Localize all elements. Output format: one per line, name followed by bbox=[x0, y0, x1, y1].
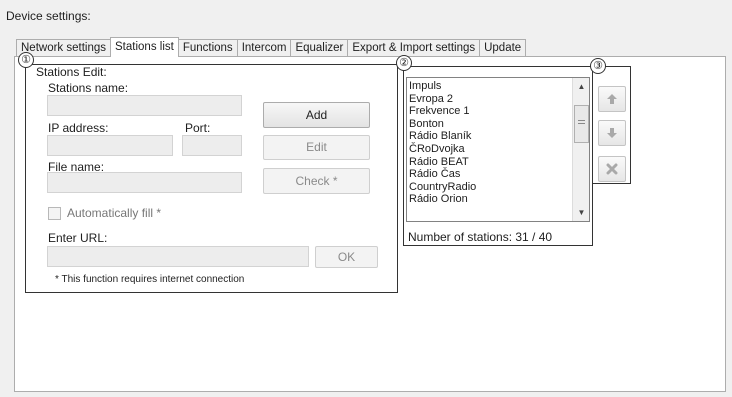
ip-address-label: IP address: bbox=[48, 121, 109, 135]
list-item[interactable]: Bonton bbox=[407, 118, 573, 131]
tab-bar: Network settings Stations list Functions… bbox=[16, 37, 527, 57]
delete-button[interactable] bbox=[598, 156, 626, 182]
scrollbar-thumb[interactable] bbox=[574, 105, 589, 143]
list-item[interactable]: Evropa 2 bbox=[407, 93, 573, 106]
station-name-input[interactable] bbox=[47, 95, 242, 116]
page-title: Device settings: bbox=[6, 9, 91, 23]
tab-intercom[interactable]: Intercom bbox=[236, 39, 292, 57]
tab-equalizer[interactable]: Equalizer bbox=[290, 39, 349, 57]
list-item[interactable]: ČRoDvojka bbox=[407, 143, 573, 156]
port-input[interactable] bbox=[182, 135, 242, 156]
marker-3: ③ bbox=[590, 58, 606, 74]
marker-2: ② bbox=[396, 55, 412, 71]
delete-x-icon bbox=[606, 163, 618, 175]
list-item[interactable]: Rádio Orion bbox=[407, 193, 573, 206]
arrow-up-icon bbox=[607, 94, 617, 104]
ok-button[interactable]: OK bbox=[315, 246, 378, 268]
tab-stations-list[interactable]: Stations list bbox=[110, 37, 179, 57]
enter-url-label: Enter URL: bbox=[48, 231, 108, 245]
automatically-fill-checkbox[interactable] bbox=[48, 207, 61, 220]
list-item[interactable]: Rádio Blaník bbox=[407, 130, 573, 143]
automatically-fill-label: Automatically fill * bbox=[67, 206, 162, 220]
list-item[interactable]: Rádio Čas bbox=[407, 168, 573, 181]
list-item[interactable]: Rádio BEAT bbox=[407, 156, 573, 169]
station-name-label: Stations name: bbox=[48, 81, 129, 95]
scroll-up-arrow-icon[interactable]: ▲ bbox=[573, 78, 589, 95]
add-button[interactable]: Add bbox=[263, 102, 370, 128]
file-name-input[interactable] bbox=[47, 172, 242, 193]
list-item[interactable]: Impuls bbox=[407, 80, 573, 93]
port-label: Port: bbox=[185, 121, 211, 135]
move-down-button[interactable] bbox=[598, 120, 626, 146]
list-item[interactable]: Frekvence 1 bbox=[407, 105, 573, 118]
edit-button[interactable]: Edit bbox=[263, 135, 370, 160]
tab-export-import-settings[interactable]: Export & Import settings bbox=[347, 39, 481, 57]
tab-functions[interactable]: Functions bbox=[177, 39, 238, 57]
check-button[interactable]: Check * bbox=[263, 168, 370, 194]
arrow-down-icon bbox=[607, 128, 617, 138]
move-up-button[interactable] bbox=[598, 86, 626, 112]
list-scrollbar[interactable]: ▲ ▼ bbox=[572, 78, 589, 221]
url-input[interactable] bbox=[47, 246, 309, 267]
scroll-down-arrow-icon[interactable]: ▼ bbox=[573, 204, 589, 221]
tab-update[interactable]: Update bbox=[479, 39, 527, 57]
stations-listbox[interactable]: Impuls Evropa 2 Frekvence 1 Bonton Rádio… bbox=[406, 77, 590, 222]
marker-1: ① bbox=[18, 52, 34, 68]
list-item[interactable]: CountryRadio bbox=[407, 181, 573, 194]
internet-note: * This function requires internet connec… bbox=[55, 274, 245, 285]
ip-address-input[interactable] bbox=[47, 135, 173, 156]
station-count: Number of stations: 31 / 40 bbox=[408, 230, 553, 244]
stations-edit-label: Stations Edit: bbox=[35, 65, 108, 79]
